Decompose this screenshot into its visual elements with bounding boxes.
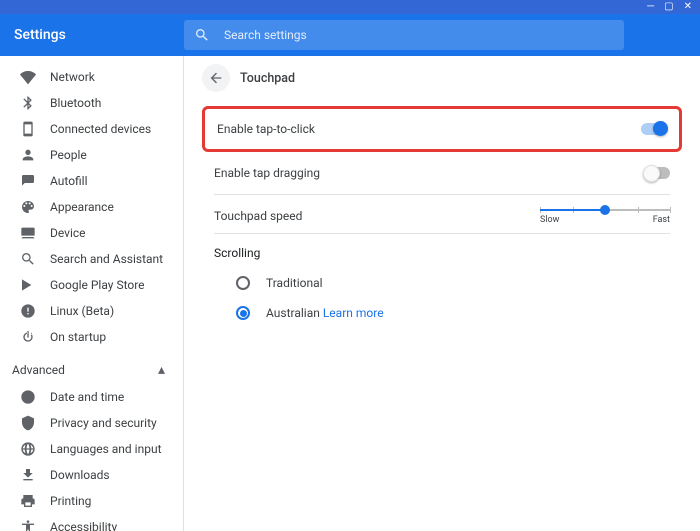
sidebar-item-appearance[interactable]: Appearance	[0, 194, 183, 220]
scrolling-traditional-option[interactable]: Traditional	[202, 268, 682, 298]
scrolling-header: Scrolling	[202, 234, 682, 268]
sidebar-item-downloads[interactable]: Downloads	[0, 462, 183, 488]
tap-dragging-row[interactable]: Enable tap dragging	[202, 152, 682, 194]
wifi-icon	[18, 67, 38, 87]
traditional-label: Traditional	[266, 276, 323, 290]
laptop-icon	[18, 223, 38, 243]
sidebar-item-accessibility[interactable]: Accessibility	[0, 514, 183, 531]
highlighted-setting: Enable tap-to-click	[202, 106, 682, 152]
minimize-icon[interactable]: ─	[647, 2, 654, 12]
tap-to-click-label: Enable tap-to-click	[217, 122, 315, 136]
sidebar-item-people[interactable]: People	[0, 142, 183, 168]
touchpad-speed-label: Touchpad speed	[214, 209, 302, 223]
palette-icon	[18, 197, 38, 217]
sidebar: Network Bluetooth Connected devices Peop…	[0, 56, 184, 531]
chevron-up-icon: ▴	[158, 362, 165, 378]
sidebar-item-connected-devices[interactable]: Connected devices	[0, 116, 183, 142]
tap-to-click-toggle[interactable]	[641, 123, 667, 135]
slider-slow-label: Slow	[540, 215, 559, 225]
autofill-icon	[18, 171, 38, 191]
app-header: Settings Search settings	[0, 14, 700, 56]
maximize-icon[interactable]: ▢	[664, 2, 673, 12]
search-icon	[18, 249, 38, 269]
device-icon	[18, 119, 38, 139]
bluetooth-icon	[18, 93, 38, 113]
sidebar-item-autofill[interactable]: Autofill	[0, 168, 183, 194]
search-icon	[194, 27, 210, 43]
app-title: Settings	[14, 27, 184, 43]
sidebar-item-device[interactable]: Device	[0, 220, 183, 246]
radio-icon	[236, 276, 250, 290]
window-titlebar: ─ ▢ ✕	[0, 0, 700, 14]
power-icon	[18, 327, 38, 347]
person-icon	[18, 145, 38, 165]
globe-icon	[18, 439, 38, 459]
search-placeholder: Search settings	[224, 28, 307, 42]
download-icon	[18, 465, 38, 485]
clock-icon	[18, 387, 38, 407]
learn-more-link[interactable]: Learn more	[323, 306, 384, 320]
sidebar-item-printing[interactable]: Printing	[0, 488, 183, 514]
slider-fast-label: Fast	[653, 215, 670, 225]
close-icon[interactable]: ✕	[684, 2, 692, 12]
sidebar-item-network[interactable]: Network	[0, 64, 183, 90]
printer-icon	[18, 491, 38, 511]
touchpad-speed-row: Touchpad speed Slow Fast	[202, 195, 682, 233]
sidebar-item-on-startup[interactable]: On startup	[0, 324, 183, 350]
sidebar-item-search-assistant[interactable]: Search and Assistant	[0, 246, 183, 272]
arrow-back-icon	[208, 70, 224, 86]
scrolling-australian-option[interactable]: Australian Learn more	[202, 298, 682, 328]
sidebar-item-languages[interactable]: Languages and input	[0, 436, 183, 462]
accessibility-icon	[18, 517, 38, 531]
sidebar-item-bluetooth[interactable]: Bluetooth	[0, 90, 183, 116]
tap-dragging-label: Enable tap dragging	[214, 166, 320, 180]
sidebar-item-privacy[interactable]: Privacy and security	[0, 410, 183, 436]
back-button[interactable]	[202, 64, 230, 92]
page-header: Touchpad	[202, 64, 682, 92]
linux-icon	[18, 301, 38, 321]
australian-label: Australian	[266, 306, 320, 320]
touchpad-speed-slider[interactable]: Slow Fast	[540, 209, 670, 225]
tap-dragging-toggle[interactable]	[644, 167, 670, 179]
sidebar-item-play-store[interactable]: Google Play Store	[0, 272, 183, 298]
play-icon	[18, 275, 38, 295]
search-input[interactable]: Search settings	[184, 20, 624, 50]
tap-to-click-row[interactable]: Enable tap-to-click	[205, 109, 679, 149]
content-area: Touchpad Enable tap-to-click Enable tap …	[184, 56, 700, 531]
sidebar-item-date-time[interactable]: Date and time	[0, 384, 183, 410]
radio-checked-icon	[236, 306, 250, 320]
sidebar-advanced-toggle[interactable]: Advanced ▴	[0, 356, 183, 384]
page-title: Touchpad	[240, 71, 295, 86]
sidebar-item-linux[interactable]: Linux (Beta)	[0, 298, 183, 324]
shield-icon	[18, 413, 38, 433]
